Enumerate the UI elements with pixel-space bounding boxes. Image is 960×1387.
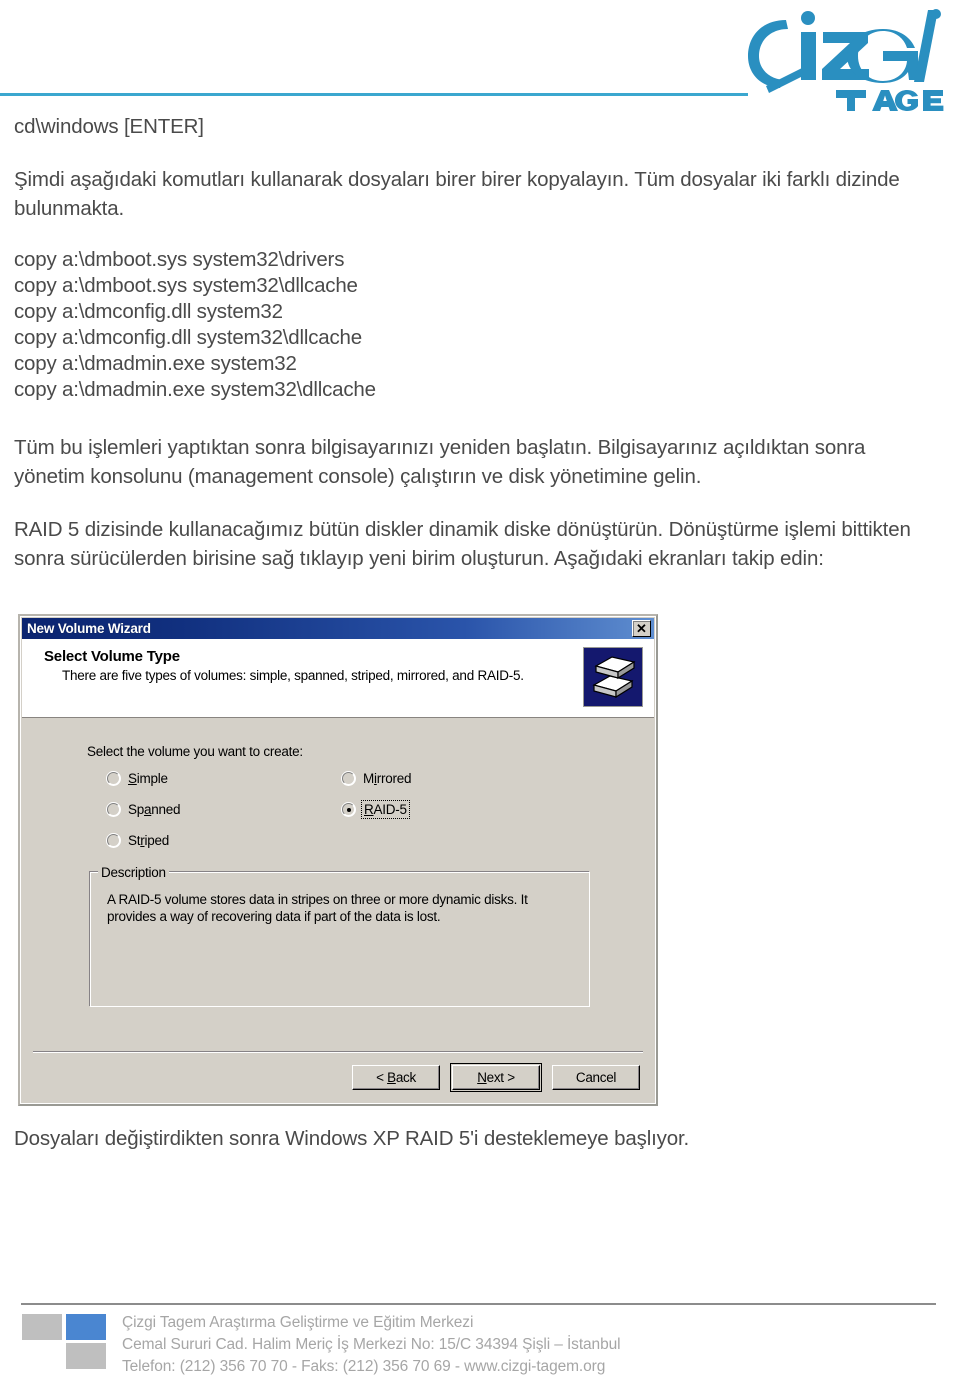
cancel-button[interactable]: Cancel	[552, 1065, 640, 1090]
back-button-label: < Back	[376, 1070, 416, 1085]
paragraph-raid: RAID 5 dizisinde kullanacağımız bütün di…	[14, 518, 911, 570]
radio-icon-simple[interactable]	[107, 772, 120, 785]
new-volume-wizard-dialog: New Volume Wizard ✕ Select Volume Type T…	[18, 614, 658, 1106]
radio-icon-raid5[interactable]	[342, 803, 355, 816]
volume-type-prompt: Select the volume you want to create:	[87, 744, 303, 759]
radio-option-spanned[interactable]: Spanned	[107, 802, 181, 817]
header-divider-rule	[0, 93, 748, 96]
footer-org-name: Çizgi Tagem Araştırma Geliştirme ve Eğit…	[122, 1314, 474, 1331]
copy-command-line: copy a:\dmconfig.dll system32	[14, 300, 283, 323]
radio-label-striped: Striped	[128, 833, 170, 848]
dialog-title: New Volume Wizard	[27, 621, 151, 636]
cizgi-tagem-logo	[740, 4, 950, 112]
footer-contact-block: Çizgi Tagem Araştırma Geliştirme ve Eğit…	[122, 1312, 621, 1378]
radio-icon-spanned[interactable]	[107, 803, 120, 816]
dialog-body: Select the volume you want to create: Si…	[22, 719, 654, 1102]
caption-after-dialog: Dosyaları değiştirdikten sonra Windows X…	[14, 1127, 690, 1150]
copy-command-line: copy a:\dmadmin.exe system32\dllcache	[14, 378, 376, 401]
dialog-button-bar: < Back Next > Cancel	[352, 1063, 640, 1092]
next-button-label: Next >	[477, 1070, 515, 1085]
button-bar-separator	[33, 1051, 643, 1053]
document-content: cd\windows [ENTER] Şimdi aşağıdaki komut…	[0, 112, 960, 573]
page-footer: Çizgi Tagem Araştırma Geliştirme ve Eğit…	[0, 1303, 960, 1387]
dialog-banner: Select Volume Type There are five types …	[22, 639, 654, 718]
dialog-titlebar[interactable]: New Volume Wizard ✕	[22, 618, 654, 639]
back-button[interactable]: < Back	[352, 1065, 440, 1090]
footer-divider-rule	[21, 1303, 936, 1305]
copy-command-line: copy a:\dmboot.sys system32\dllcache	[14, 274, 358, 297]
footer-square-gray-bottom	[66, 1343, 106, 1369]
footer-square-gray-left	[22, 1314, 62, 1340]
disk-stack-glyph	[592, 656, 636, 699]
radio-label-simple: Simple	[128, 771, 168, 786]
description-groupbox: Description A RAID-5 volume stores data …	[90, 865, 590, 1007]
page-header	[0, 0, 960, 112]
description-text: A RAID-5 volume stores data in stripes o…	[107, 892, 528, 924]
footer-contact: Telefon: (212) 356 70 70 - Faks: (212) 3…	[122, 1358, 606, 1375]
close-icon[interactable]: ✕	[632, 620, 651, 637]
next-button[interactable]: Next >	[450, 1063, 542, 1092]
banner-subtitle: There are five types of volumes: simple,…	[62, 668, 524, 683]
copy-command-line: copy a:\dmboot.sys system32\drivers	[14, 248, 345, 271]
radio-option-simple[interactable]: Simple	[107, 771, 168, 786]
copy-command-list: copy a:\dmboot.sys system32\drivers copy…	[0, 247, 960, 403]
cd-command-line: cd\windows [ENTER]	[14, 115, 204, 138]
radio-icon-mirrored[interactable]	[342, 772, 355, 785]
radio-label-raid5: RAID-5	[361, 800, 410, 819]
logo-artwork	[748, 9, 944, 111]
radio-label-mirrored: Mirrored	[363, 771, 412, 786]
paragraph-restart: Tüm bu işlemleri yaptıktan sonra bilgisa…	[14, 436, 866, 488]
radio-label-spanned: Spanned	[128, 802, 181, 817]
banner-text-block: Select Volume Type There are five types …	[22, 639, 583, 683]
paragraph-intro: Şimdi aşağıdaki komutları kullanarak dos…	[14, 168, 900, 220]
footer-square-blue	[66, 1314, 106, 1340]
copy-command-line: copy a:\dmadmin.exe system32	[14, 352, 297, 375]
copy-command-line: copy a:\dmconfig.dll system32\dllcache	[14, 326, 362, 349]
description-legend: Description	[98, 865, 169, 880]
footer-address: Cemal Sururi Cad. Halim Meriç İş Merkezi…	[122, 1336, 621, 1353]
radio-option-raid5[interactable]: RAID-5	[342, 800, 410, 819]
banner-title: Select Volume Type	[44, 648, 180, 665]
radio-option-striped[interactable]: Striped	[107, 833, 169, 848]
radio-icon-striped[interactable]	[107, 834, 120, 847]
radio-option-mirrored[interactable]: Mirrored	[342, 771, 412, 786]
disk-volumes-icon	[583, 647, 643, 707]
